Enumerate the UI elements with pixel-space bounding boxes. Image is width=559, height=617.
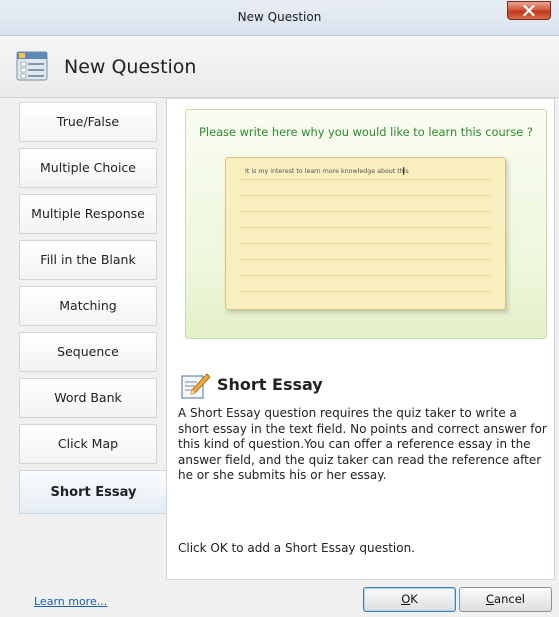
question-type-fill-in-the-blank[interactable]: Fill in the Blank <box>19 240 157 280</box>
question-type-sequence[interactable]: Sequence <box>19 332 157 372</box>
question-form-icon <box>16 51 48 81</box>
cancel-mnemonic: C <box>486 592 495 606</box>
dialog-header: New Question <box>0 36 559 98</box>
question-type-word-bank[interactable]: Word Bank <box>19 378 157 418</box>
preview-answer-paper: It is my interest to learn more knowledg… <box>225 157 506 310</box>
text-cursor-icon: I <box>402 165 406 178</box>
pencil-note-icon <box>181 373 211 399</box>
cancel-button[interactable]: Cancel <box>459 587 552 612</box>
question-type-click-map[interactable]: Click Map <box>19 424 157 464</box>
question-type-short-essay[interactable]: Short Essay <box>19 470 167 514</box>
close-button[interactable] <box>507 1 551 20</box>
ok-button[interactable]: OK <box>363 587 456 612</box>
question-type-multiple-response[interactable]: Multiple Response <box>19 194 157 234</box>
question-type-multiple-choice[interactable]: Multiple Choice <box>19 148 157 188</box>
title-bar: New Question <box>0 0 559 36</box>
question-detail-panel: Please write here why you would like to … <box>166 98 555 580</box>
preview-answer-text: It is my interest to learn more knowledg… <box>245 168 409 175</box>
question-type-list: True/False Multiple Choice Multiple Resp… <box>0 98 167 580</box>
cancel-label-rest: ancel <box>494 592 525 606</box>
learn-more-link[interactable]: Learn more... <box>34 595 107 608</box>
window-title: New Question <box>237 10 322 24</box>
question-type-title: Short Essay <box>217 375 323 394</box>
question-type-true-false[interactable]: True/False <box>19 102 157 142</box>
header-title: New Question <box>64 56 197 78</box>
question-preview: Please write here why you would like to … <box>185 109 547 339</box>
ok-mnemonic: O <box>401 592 411 606</box>
question-type-matching[interactable]: Matching <box>19 286 157 326</box>
add-instruction: Click OK to add a Short Essay question. <box>178 541 415 555</box>
ok-label-rest: K <box>410 592 418 606</box>
question-type-description: A Short Essay question requires the quiz… <box>178 406 547 482</box>
close-icon <box>523 5 535 16</box>
preview-caption: Please write here why you would like to … <box>199 125 533 139</box>
